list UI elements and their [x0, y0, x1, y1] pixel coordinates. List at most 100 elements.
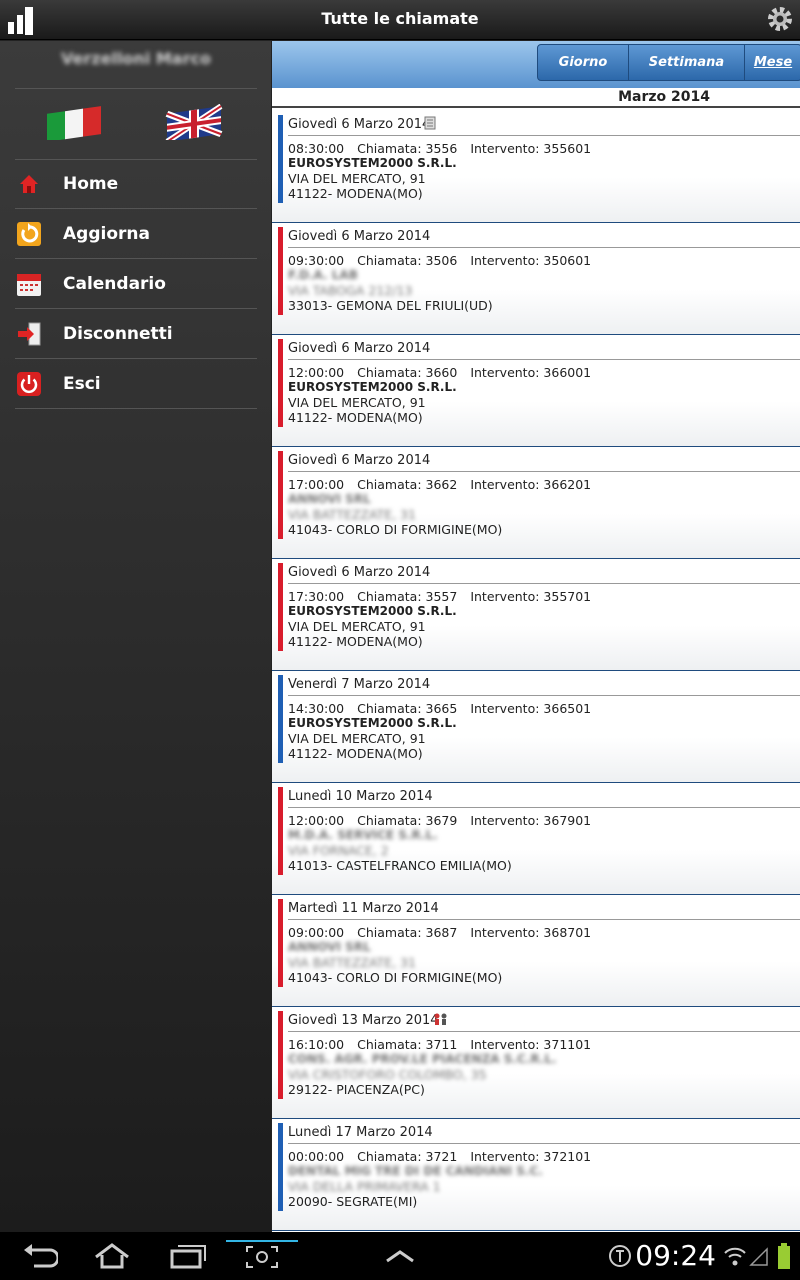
tab-mese[interactable]: Mese [745, 45, 800, 80]
app-root: Tutte le chiamate Verzelloni Marco Home … [0, 0, 800, 1280]
home-icon [15, 170, 43, 198]
italian-flag-icon[interactable] [45, 104, 103, 140]
call-summary: 17:30:00 Chiamata: 3557 Intervento: 355701 [288, 589, 591, 604]
client-name: DENTAL MIG TRE DI DE CANDIANI S.C. [288, 1164, 543, 1178]
call-time: 09:00:00 [288, 925, 345, 940]
back-icon[interactable] [20, 1240, 60, 1272]
client-name: ANNOVI SRL [288, 492, 371, 506]
call-summary: 12:00:00 Chiamata: 3660 Intervento: 366001 [288, 365, 591, 380]
call-summary: 17:00:00 Chiamata: 3662 Intervento: 366201 [288, 477, 591, 492]
view-nav: Giorno Settimana Mese [272, 41, 800, 88]
status-color-bar [278, 451, 283, 539]
sidebar-item-aggiorna[interactable]: Aggiorna [15, 209, 257, 259]
divider [288, 1143, 800, 1144]
call-card[interactable]: Giovedì 6 Marzo 2014 08:30:00 Chiamata: 35… [272, 111, 800, 223]
call-time: 17:30:00 [288, 589, 345, 604]
call-card[interactable]: Giovedì 13 Marzo 2014 16:10:00 Chiamata: 3… [272, 1007, 800, 1119]
client-address: VIA DEL MERCATO, 91 [288, 731, 426, 746]
status-color-bar [278, 563, 283, 651]
recent-apps-icon[interactable] [166, 1240, 210, 1272]
call-summary: 16:10:00 Chiamata: 3711 Intervento: 371101 [288, 1037, 591, 1052]
divider [288, 695, 800, 696]
call-date: Giovedì 6 Marzo 2014 [288, 565, 431, 580]
call-date: Martedì 11 Marzo 2014 [288, 901, 439, 916]
sidebar-item-label: Home [63, 173, 119, 194]
client-city: 41122- MODENA(MO) [288, 410, 423, 425]
uk-flag-icon[interactable] [165, 104, 223, 140]
client-name: EUROSYSTEM2000 S.R.L. [288, 604, 457, 618]
call-date: Giovedì 6 Marzo 2014 [288, 229, 431, 244]
sidebar-item-label: Esci [63, 373, 101, 394]
call-card[interactable]: Giovedì 6 Marzo 2014 12:00:00 Chiamata: 36… [272, 335, 800, 447]
top-bar: Tutte le chiamate [0, 0, 800, 40]
client-address: VIA DEL MERCATO, 91 [288, 171, 426, 186]
call-summary: 00:00:00 Chiamata: 3721 Intervento: 372101 [288, 1149, 591, 1164]
main-panel: Giorno Settimana Mese Marzo 2014 Giovedì… [272, 41, 800, 1232]
client-address: VIA DEL MERCATO, 91 [288, 619, 426, 634]
tab-giorno[interactable]: Giorno [538, 45, 629, 80]
intervention-number: Intervento: 355701 [470, 589, 592, 604]
call-time: 16:10:00 [288, 1037, 345, 1052]
call-card[interactable]: Lunedì 17 Marzo 2014 00:00:00 Chiamata: 37… [272, 1119, 800, 1231]
sidebar-item-home[interactable]: Home [15, 159, 257, 209]
call-list: Giovedì 6 Marzo 2014 08:30:00 Chiamata: 35… [272, 111, 800, 1231]
call-card[interactable]: Martedì 11 Marzo 2014 09:00:00 Chiamata: 3… [272, 895, 800, 1007]
call-date: Giovedì 13 Marzo 2014 [288, 1013, 439, 1028]
client-name: EUROSYSTEM2000 S.R.L. [288, 380, 457, 394]
tab-settimana[interactable]: Settimana [629, 45, 745, 80]
chevron-up-icon[interactable] [380, 1240, 420, 1272]
call-card[interactable]: Giovedì 6 Marzo 2014 17:30:00 Chiamata: 35… [272, 559, 800, 671]
logout-icon [15, 320, 43, 348]
call-summary: 09:00:00 Chiamata: 3687 Intervento: 368701 [288, 925, 591, 940]
sidebar-item-label: Disconnetti [63, 323, 173, 344]
call-card[interactable]: Giovedì 6 Marzo 2014 09:30:00 Chiamata: 35… [272, 223, 800, 335]
intervention-number: Intervento: 366001 [470, 365, 592, 380]
call-number: Chiamata: 3660 [357, 365, 458, 380]
client-address: VIA FORNACE, 2 [288, 843, 389, 858]
sidebar-item-calendario[interactable]: Calendario [15, 259, 257, 309]
client-city: 41122- MODENA(MO) [288, 634, 423, 649]
screenshot-icon[interactable] [226, 1240, 298, 1272]
wifi-icon [722, 1240, 748, 1272]
client-name: M.D.A. SERVICE S.R.L. [288, 828, 438, 842]
home-nav-icon[interactable] [90, 1240, 134, 1272]
call-time: 00:00:00 [288, 1149, 345, 1164]
call-summary: 08:30:00 Chiamata: 3556 Intervento: 355601 [288, 141, 591, 156]
document-icon [424, 115, 438, 130]
status-color-bar [278, 115, 283, 203]
call-time: 12:00:00 [288, 365, 345, 380]
call-number: Chiamata: 3711 [357, 1037, 458, 1052]
call-number: Chiamata: 3557 [357, 589, 458, 604]
call-time: 12:00:00 [288, 813, 345, 828]
call-card[interactable]: Giovedì 6 Marzo 2014 17:00:00 Chiamata: 36… [272, 447, 800, 559]
accessibility-icon [606, 1240, 634, 1272]
call-card[interactable]: Venerdì 7 Marzo 2014 14:30:00 Chiamata: 36… [272, 671, 800, 783]
call-number: Chiamata: 3662 [357, 477, 458, 492]
sidebar-item-esci[interactable]: Esci [15, 359, 257, 409]
call-number: Chiamata: 3556 [357, 141, 458, 156]
call-summary: 14:30:00 Chiamata: 3665 Intervento: 366501 [288, 701, 591, 716]
call-date: Giovedì 6 Marzo 2014 [288, 117, 431, 132]
client-city: 41043- CORLO DI FORMIGINE(MO) [288, 970, 503, 985]
client-address: VIA DELLA PRIMAVERA 1 [288, 1179, 441, 1194]
sidebar-item-disconnetti[interactable]: Disconnetti [15, 309, 257, 359]
client-address: VIA BATTEZZATE, 31 [288, 507, 416, 522]
people-icon [432, 1011, 447, 1025]
status-color-bar [278, 227, 283, 315]
call-card[interactable]: Lunedì 10 Marzo 2014 12:00:00 Chiamata: 36… [272, 783, 800, 895]
client-city: 29122- PIACENZA(PC) [288, 1082, 425, 1097]
user-name: Verzelloni Marco [61, 49, 211, 68]
month-header: Marzo 2014 [272, 88, 800, 108]
gear-icon[interactable] [766, 5, 794, 33]
language-selector [15, 89, 257, 159]
sidebar-item-label: Aggiorna [63, 223, 150, 244]
view-segmented-control: Giorno Settimana Mese [537, 44, 800, 81]
battery-icon [774, 1240, 794, 1272]
client-city: 41013- CASTELFRANCO EMILIA(MO) [288, 858, 512, 873]
intervention-number: Intervento: 355601 [470, 141, 592, 156]
power-icon [15, 370, 43, 398]
sidebar: Verzelloni Marco Home Aggiorna Calendari… [0, 41, 271, 1232]
call-number: Chiamata: 3506 [357, 253, 458, 268]
divider [288, 807, 800, 808]
signal-icon [748, 1240, 770, 1272]
